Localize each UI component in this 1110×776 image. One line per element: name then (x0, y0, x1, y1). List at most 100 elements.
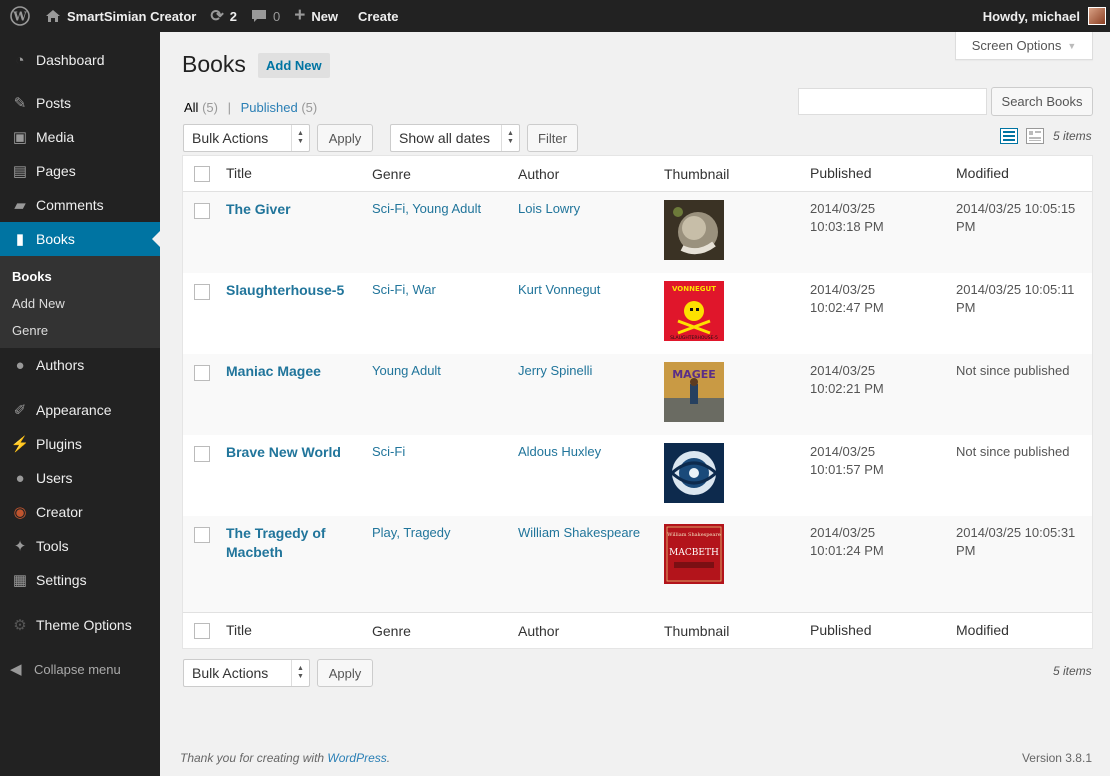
row-checkbox[interactable] (194, 203, 210, 219)
avatar (1088, 7, 1106, 25)
book-title-link[interactable]: The Tragedy of Macbeth (226, 524, 326, 562)
table-header: Title Genre Author Thumbnail Published M… (183, 156, 1092, 192)
footer: Thank you for creating with WordPress. V… (180, 751, 1092, 765)
menu-users[interactable]: ● Users (0, 461, 160, 495)
book-title-link[interactable]: Maniac Magee (226, 362, 321, 381)
col-author: Author (518, 166, 560, 182)
submenu-genre[interactable]: Genre (0, 317, 160, 344)
create-menu[interactable]: Create (345, 0, 405, 32)
screen-options-label: Screen Options (971, 38, 1062, 53)
my-account-menu[interactable]: Howdy, michael (976, 0, 1110, 32)
row-checkbox[interactable] (194, 284, 210, 300)
published-date-text: 2014/03/25 (810, 282, 876, 297)
collapse-label: Collapse menu (34, 661, 121, 677)
modified-date: 2014/03/25 10:05:15 PM (956, 200, 1075, 236)
menu-books[interactable]: ▮ Books (0, 222, 160, 256)
select-arrows-icon: ▲ ▼ (291, 660, 309, 686)
row-checkbox[interactable] (194, 527, 210, 543)
genre-link[interactable]: Sci-Fi, War (372, 281, 436, 299)
menu-tools[interactable]: ✦ Tools (0, 529, 160, 563)
menu-media[interactable]: ▣ Media (0, 120, 160, 154)
menu-separator (0, 642, 160, 652)
submenu-add-new[interactable]: Add New (0, 290, 160, 317)
search-input[interactable] (798, 88, 987, 115)
submenu-books[interactable]: Books (0, 263, 160, 290)
table-row: The Giver Sci-Fi, Young Adult Lois Lowry… (183, 192, 1092, 273)
menu-label: Tools (36, 538, 69, 554)
menu-settings[interactable]: ▦ Settings (0, 563, 160, 597)
published-date: 2014/03/25 10:02:21 PM (810, 362, 884, 398)
select-all-checkbox[interactable] (194, 166, 210, 182)
author-link[interactable]: Kurt Vonnegut (518, 281, 600, 299)
updates-menu[interactable]: ⟳ 2 (203, 0, 244, 32)
menu-theme-options[interactable]: ⚙ Theme Options (0, 608, 160, 642)
book-thumbnail (664, 200, 724, 260)
bulk-actions-select-top[interactable]: Bulk Actions ▲ ▼ (183, 124, 310, 152)
menu-dashboard[interactable]: ◔ Dashboard (0, 43, 160, 77)
menu-appearance[interactable]: ✐ Appearance (0, 393, 160, 427)
genre-link[interactable]: Play, Tragedy (372, 524, 451, 542)
table-row: Brave New World Sci-Fi Aldous Huxley 201… (183, 435, 1092, 516)
published-time-text: 10:03:18 PM (810, 219, 884, 234)
author-link[interactable]: Aldous Huxley (518, 443, 601, 461)
menu-creator[interactable]: ◉ Creator (0, 495, 160, 529)
search-books-button[interactable]: Search Books (991, 87, 1093, 116)
row-checkbox[interactable] (194, 365, 210, 381)
author-link[interactable]: Lois Lowry (518, 200, 580, 218)
filter-separator: | (227, 100, 231, 115)
col-thumbnail: Thumbnail (664, 166, 730, 182)
excerpt-view-icon[interactable] (1026, 128, 1044, 144)
genre-link[interactable]: Sci-Fi (372, 443, 405, 461)
col-author: Author (518, 623, 560, 639)
modified-date: 2014/03/25 10:05:31 PM (956, 524, 1075, 560)
book-title-link[interactable]: Brave New World (226, 443, 341, 462)
creator-monkey-icon: ◉ (13, 504, 27, 521)
col-modified[interactable]: Modified (956, 622, 1009, 638)
col-published[interactable]: Published (810, 165, 872, 181)
author-link[interactable]: William Shakespeare (518, 524, 640, 542)
collapse-menu-button[interactable]: ◀ Collapse menu (0, 652, 160, 686)
wordpress-logo-icon: W (10, 6, 30, 26)
create-label: Create (358, 8, 399, 24)
users-icon: ● (15, 469, 25, 487)
comments-menu[interactable]: 0 (244, 0, 287, 32)
col-modified[interactable]: Modified (956, 165, 1009, 181)
menu-pages[interactable]: ▤ Pages (0, 154, 160, 188)
genre-link[interactable]: Young Adult (372, 362, 441, 380)
apply-button-bottom[interactable]: Apply (317, 659, 373, 687)
select-arrows-icon: ▲ ▼ (291, 125, 309, 151)
thumb-text: MACBETH (669, 548, 719, 558)
date-filter-select[interactable]: Show all dates ▲ ▼ (390, 124, 520, 152)
wp-logo-menu[interactable]: W (0, 0, 38, 32)
author-link[interactable]: Jerry Spinelli (518, 362, 592, 380)
menu-authors[interactable]: ● Authors (0, 348, 160, 382)
filter-published[interactable]: Published (241, 100, 298, 115)
menu-plugins[interactable]: ⚡ Plugins (0, 427, 160, 461)
bulk-actions-select-bottom[interactable]: Bulk Actions ▲ ▼ (183, 659, 310, 687)
book-title-link[interactable]: Slaughterhouse-5 (226, 281, 344, 300)
genre-link[interactable]: Sci-Fi, Young Adult (372, 200, 481, 218)
bulk-actions-value: Bulk Actions (192, 130, 269, 146)
menu-posts[interactable]: ✎ Posts (0, 86, 160, 120)
col-published[interactable]: Published (810, 622, 872, 638)
filter-button[interactable]: Filter (527, 124, 578, 152)
col-title[interactable]: Title (226, 165, 252, 181)
admin-bar: W SmartSimian Creator ⟳ 2 0 + New Create… (0, 0, 1110, 32)
col-genre: Genre (372, 166, 411, 182)
apply-button-top[interactable]: Apply (317, 124, 373, 152)
menu-comments[interactable]: ▰ Comments (0, 188, 160, 222)
wordpress-link[interactable]: WordPress (327, 751, 386, 765)
new-content-menu[interactable]: + New (287, 0, 345, 32)
list-view-icon[interactable] (1000, 128, 1018, 144)
book-title-link[interactable]: The Giver (226, 200, 291, 219)
footer-thanks: Thank you for creating with WordPress. (180, 751, 390, 765)
select-all-checkbox-bottom[interactable] (194, 623, 210, 639)
col-title[interactable]: Title (226, 622, 252, 638)
site-name-menu[interactable]: SmartSimian Creator (38, 0, 203, 32)
admin-menu: ◔ Dashboard ✎ Posts ▣ Media ▤ Pages ▰ Comment… (0, 32, 160, 776)
add-new-button[interactable]: Add New (258, 53, 330, 78)
screen-options-button[interactable]: Screen Options ▼ (955, 32, 1093, 60)
row-checkbox[interactable] (194, 446, 210, 462)
modified-date: Not since published (956, 443, 1069, 461)
filter-all[interactable]: All (184, 100, 198, 115)
